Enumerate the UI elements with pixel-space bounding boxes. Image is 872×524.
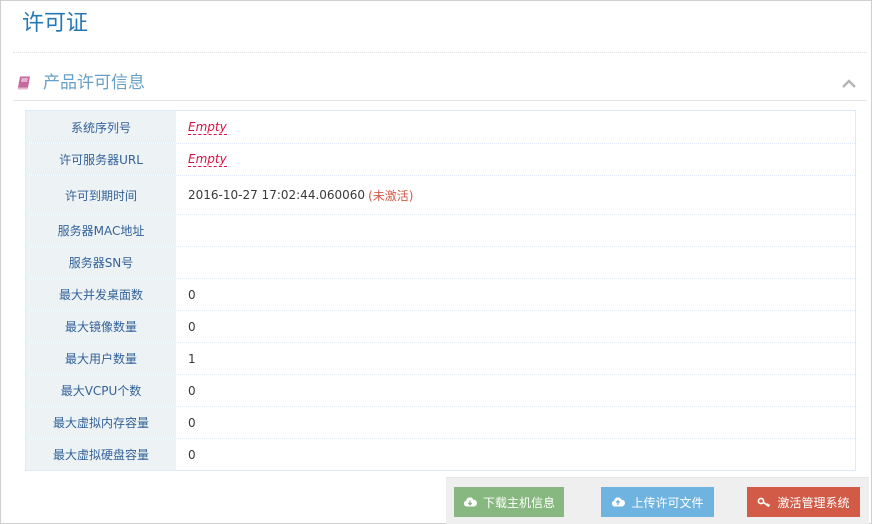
row-label: 最大用户数量 — [26, 343, 176, 374]
row-label: 最大虚拟内存容量 — [26, 407, 176, 438]
table-row: 系统序列号 Empty — [26, 111, 855, 143]
row-label: 系统序列号 — [26, 111, 176, 143]
section-title: 产品许可信息 — [43, 73, 145, 93]
row-value: 1 — [188, 351, 196, 366]
table-row: 最大虚拟硬盘容量 0 — [26, 438, 855, 470]
row-label: 许可到期时间 — [26, 176, 176, 214]
title-divider — [13, 52, 867, 53]
row-label: 最大VCPU个数 — [26, 375, 176, 406]
row-label: 最大虚拟硬盘容量 — [26, 439, 176, 470]
license-panel: 许可证 产品许可信息 系统序列号 Empty 许可服务器URL Empty 许可… — [0, 0, 872, 524]
key-icon — [758, 497, 771, 508]
expiry-time: 2016-10-27 17:02:44.060060 — [188, 188, 366, 202]
row-value: Empty — [188, 111, 855, 143]
license-server-url-empty[interactable]: Empty — [188, 152, 227, 167]
row-value: 0 — [188, 447, 196, 462]
row-label: 最大并发桌面数 — [26, 279, 176, 310]
upload-button-label: 上传许可文件 — [631, 495, 704, 510]
table-row: 最大虚拟内存容量 0 — [26, 406, 855, 438]
page-title: 许可证 — [22, 11, 89, 36]
form-actions: 下载主机信息 上传许可文件 激活管理系统 — [446, 477, 869, 524]
chevron-up-icon[interactable] — [841, 77, 857, 89]
download-host-info-button[interactable]: 下载主机信息 — [454, 487, 564, 517]
row-label: 许可服务器URL — [26, 144, 176, 175]
row-value — [188, 215, 855, 246]
table-row: 服务器SN号 — [26, 246, 855, 278]
row-value: 0 — [188, 319, 196, 334]
table-row: 最大并发桌面数 0 — [26, 278, 855, 310]
serial-number-empty[interactable]: Empty — [188, 120, 227, 135]
table-row: 最大VCPU个数 0 — [26, 374, 855, 406]
row-label: 服务器MAC地址 — [26, 215, 176, 246]
row-value — [188, 247, 855, 278]
book-icon — [17, 76, 30, 90]
table-row: 许可服务器URL Empty — [26, 143, 855, 175]
table-row: 最大用户数量 1 — [26, 342, 855, 374]
cloud-download-icon — [463, 497, 477, 507]
table-row: 许可到期时间 2016-10-27 17:02:44.060060 (未激活) — [26, 175, 855, 214]
license-info-table: 系统序列号 Empty 许可服务器URL Empty 许可到期时间 2016-1… — [25, 110, 856, 471]
row-value: Empty — [188, 144, 855, 175]
row-label: 最大镜像数量 — [26, 311, 176, 342]
section-header: 产品许可信息 — [13, 67, 867, 101]
upload-license-button[interactable]: 上传许可文件 — [601, 487, 714, 517]
cloud-upload-icon — [612, 497, 626, 507]
activate-button-label: 激活管理系统 — [777, 495, 850, 510]
status-badge: (未激活) — [368, 188, 414, 203]
row-label: 服务器SN号 — [26, 247, 176, 278]
row-value: 0 — [188, 383, 196, 398]
table-row: 最大镜像数量 0 — [26, 310, 855, 342]
row-value: 0 — [188, 415, 196, 430]
table-row: 服务器MAC地址 — [26, 214, 855, 246]
row-value: 0 — [188, 287, 196, 302]
download-button-label: 下载主机信息 — [482, 495, 555, 510]
activate-system-button[interactable]: 激活管理系统 — [747, 487, 860, 517]
row-value: 2016-10-27 17:02:44.060060 (未激活) — [188, 176, 855, 214]
